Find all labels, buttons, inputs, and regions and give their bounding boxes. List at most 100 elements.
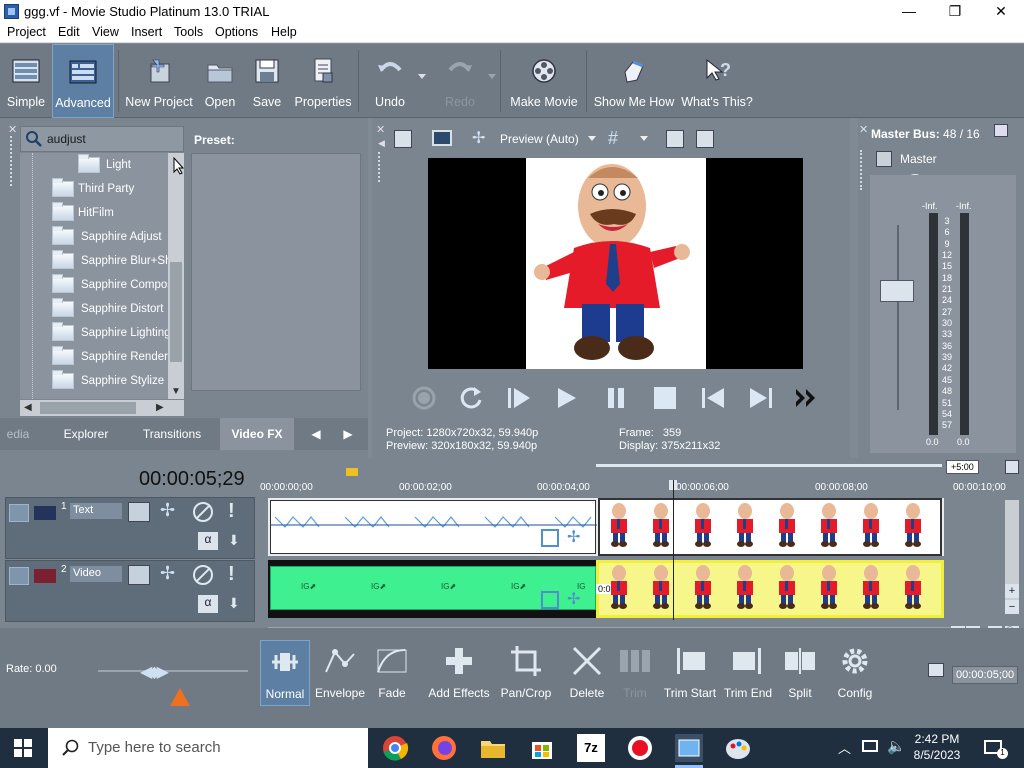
advanced-button[interactable]: Advanced	[52, 44, 114, 118]
volume-icon[interactable]: 🔈	[887, 737, 906, 755]
pan-crop-button[interactable]: Pan/Crop	[498, 640, 554, 706]
solo-icon[interactable]: !	[228, 500, 235, 523]
trim-button[interactable]: Trim	[612, 640, 658, 706]
panel-close-icon[interactable]: ✕	[8, 123, 17, 136]
track-header-text[interactable]: 1 Text ✢ ! α ⬇	[5, 497, 255, 559]
network-icon[interactable]	[862, 740, 878, 752]
split-screen-icon[interactable]: ✢	[472, 128, 485, 148]
tree-hscroll-thumb[interactable]	[40, 402, 136, 414]
video-output-fx-icon[interactable]	[394, 130, 412, 148]
trim-start-button[interactable]: Trim Start	[662, 640, 718, 706]
event-pan-crop-icon[interactable]	[541, 529, 559, 547]
event-fx-icon[interactable]: ✢	[567, 589, 580, 609]
track-motion-icon[interactable]	[128, 565, 150, 585]
play-from-start-button[interactable]	[504, 385, 534, 411]
normal-tool-button[interactable]: Normal	[260, 640, 310, 706]
scroll-down-icon[interactable]: ▼	[171, 386, 181, 397]
master-close-icon[interactable]: ✕	[859, 123, 868, 136]
undo-button[interactable]: Undo	[366, 44, 414, 118]
tree-scroll-thumb[interactable]	[170, 262, 182, 362]
compositing-mode-icon[interactable]: α	[198, 532, 218, 550]
tab-project-media[interactable]: edia	[4, 418, 32, 450]
trim-end-button[interactable]: Trim End	[722, 640, 774, 706]
track-height-minus-icon[interactable]: −	[1005, 600, 1019, 614]
parent-compositing-icon[interactable]: ⬇	[228, 532, 240, 549]
track-expand-icon[interactable]	[9, 567, 29, 585]
mixer-window-icon[interactable]	[994, 124, 1008, 137]
rate-slider-track[interactable]	[98, 670, 248, 672]
paint-icon[interactable]	[724, 734, 752, 762]
play-button[interactable]	[552, 385, 582, 411]
mute-icon[interactable]	[193, 565, 213, 585]
fx-search-input[interactable]	[47, 130, 177, 148]
file-explorer-icon[interactable]	[479, 734, 507, 762]
tab-scroll-right-icon[interactable]: ▶	[336, 418, 360, 450]
preview-dock-arrow-icon[interactable]: ◀	[378, 138, 385, 149]
delete-button[interactable]: Delete	[566, 640, 608, 706]
open-button[interactable]: Open	[198, 44, 242, 118]
scroll-left-icon[interactable]: ◀	[24, 402, 32, 413]
end-timecode-field[interactable]: 00:00:05;00	[952, 666, 1018, 684]
compositing-mode-icon[interactable]: α	[198, 595, 218, 613]
panel-grip[interactable]	[10, 136, 13, 186]
redo-dropdown-icon[interactable]	[488, 74, 496, 79]
overlays-grid-icon[interactable]: #	[608, 128, 618, 149]
master-properties-icon[interactable]	[876, 151, 892, 167]
go-to-end-button[interactable]	[746, 385, 776, 411]
quality-dropdown-icon[interactable]	[588, 136, 596, 141]
windows-start-icon[interactable]	[14, 739, 32, 760]
add-effects-button[interactable]: Add Effects	[424, 640, 494, 706]
shuttle-arrows-icon[interactable]: ◀◆▶	[140, 662, 169, 682]
loop-region-bar[interactable]	[596, 464, 942, 467]
green-screen-event[interactable]: IG⬈ IG⬈ IG⬈ IG⬈ IG ✢	[270, 566, 596, 610]
more-transport-button[interactable]	[794, 385, 824, 411]
scroll-right-icon[interactable]: ▶	[156, 402, 164, 413]
track-motion-icon[interactable]	[128, 502, 150, 522]
marker-icon[interactable]	[346, 468, 358, 476]
tab-explorer[interactable]: Explorer	[52, 418, 120, 450]
rate-slider-handle[interactable]	[170, 688, 190, 706]
text-event[interactable]: ✢	[270, 500, 597, 554]
7zip-icon[interactable]: 7z	[577, 734, 605, 762]
external-monitor-icon[interactable]	[432, 130, 452, 146]
tray-chevron-icon[interactable]: ︿	[838, 738, 851, 757]
copy-snapshot-icon[interactable]	[666, 130, 684, 148]
record-button[interactable]	[410, 385, 440, 411]
menu-project[interactable]: Project	[7, 25, 46, 39]
master-grip[interactable]	[860, 150, 863, 190]
track-height-plus-icon[interactable]: +	[1005, 584, 1019, 598]
track-fx-icon[interactable]: ✢	[160, 500, 175, 521]
fade-tool-button[interactable]: Fade	[372, 640, 412, 706]
config-button[interactable]: Config	[830, 640, 880, 706]
redo-button[interactable]: Redo	[436, 44, 484, 118]
tab-scroll-left-icon[interactable]: ◀	[304, 418, 328, 450]
fx-search-box[interactable]	[20, 126, 184, 152]
make-movie-button[interactable]: Make Movie	[508, 44, 580, 118]
record-app-icon[interactable]	[626, 734, 654, 762]
parent-compositing-icon[interactable]: ⬇	[228, 595, 240, 612]
track-fx-icon[interactable]: ✢	[160, 563, 175, 584]
menu-tools[interactable]: Tools	[174, 25, 203, 39]
save-snapshot-icon[interactable]	[696, 130, 714, 148]
movie-studio-taskbar-icon[interactable]	[675, 734, 703, 762]
minimize-button[interactable]: —	[886, 0, 932, 23]
preview-close-icon[interactable]: ✕	[376, 123, 385, 136]
preview-quality-select[interactable]: Preview (Auto)	[500, 132, 579, 146]
menu-edit[interactable]: Edit	[58, 25, 80, 39]
track-name[interactable]: Video	[70, 566, 122, 582]
firefox-icon[interactable]	[430, 734, 458, 762]
preset-list[interactable]	[191, 153, 361, 391]
envelope-tool-button[interactable]: Envelope	[312, 640, 368, 706]
taskbar-search-box[interactable]: Type here to search	[48, 728, 368, 768]
save-button[interactable]: Save	[246, 44, 288, 118]
overlays-dropdown-icon[interactable]	[640, 136, 648, 141]
store-icon[interactable]	[528, 734, 556, 762]
timeline-ruler[interactable]	[258, 466, 1024, 496]
track-expand-icon[interactable]	[9, 504, 29, 522]
pause-button[interactable]	[602, 385, 632, 411]
menu-insert[interactable]: Insert	[131, 25, 162, 39]
track-header-video[interactable]: 2 Video ✢ ! α ⬇	[5, 560, 255, 622]
stop-button[interactable]	[650, 385, 680, 411]
new-project-button[interactable]: New Project	[124, 44, 194, 118]
event-pan-crop-icon[interactable]	[541, 591, 559, 609]
